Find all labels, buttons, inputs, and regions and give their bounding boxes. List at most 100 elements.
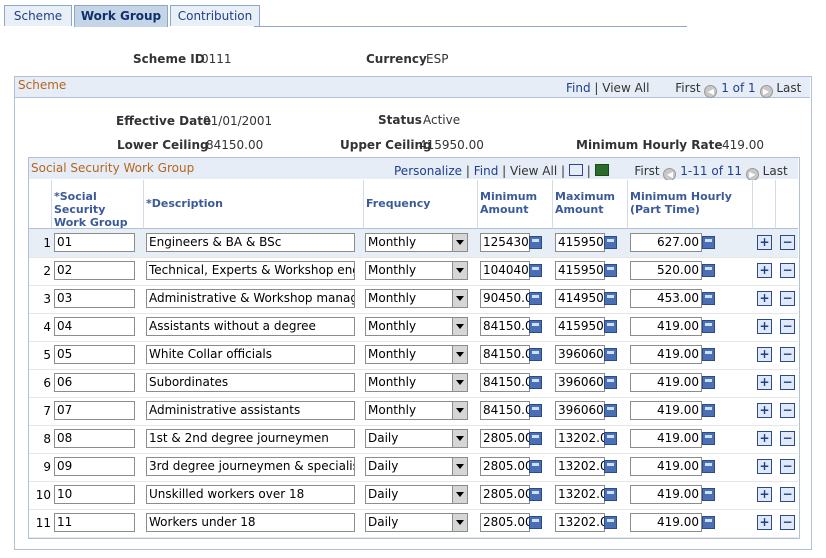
calculator-icon[interactable] <box>604 376 617 389</box>
grid-find-link[interactable]: Find <box>474 164 499 178</box>
min-hourly-input[interactable]: 419.00 <box>630 317 702 336</box>
dropdown-arrow-icon[interactable] <box>452 262 467 279</box>
frequency-select[interactable]: Monthly <box>365 373 468 392</box>
delete-row-button[interactable]: − <box>780 431 795 446</box>
tab-contribution[interactable]: Contribution <box>170 5 260 26</box>
work-group-input[interactable]: 06 <box>54 373 135 392</box>
calculator-icon[interactable] <box>529 404 542 417</box>
scheme-find-link[interactable]: Find <box>566 81 591 95</box>
calculator-icon[interactable] <box>604 264 617 277</box>
calculator-icon[interactable] <box>529 292 542 305</box>
delete-row-button[interactable]: − <box>780 291 795 306</box>
min-hourly-input[interactable]: 419.00 <box>630 485 702 504</box>
add-row-button[interactable]: + <box>757 515 772 530</box>
col-min-hourly-header[interactable]: Minimum Hourly (Part Time) <box>628 180 753 229</box>
min-hourly-input[interactable]: 419.00 <box>630 345 702 364</box>
min-amount-input[interactable]: 84150.0 <box>480 317 530 336</box>
col-work-group-header[interactable]: *Social Security Work Group <box>52 180 144 229</box>
dropdown-arrow-icon[interactable] <box>452 486 467 503</box>
calculator-icon[interactable] <box>604 320 617 333</box>
description-input[interactable]: Assistants without a degree <box>146 317 355 336</box>
download-icon[interactable] <box>594 164 609 176</box>
calculator-icon[interactable] <box>604 488 617 501</box>
dropdown-arrow-icon[interactable] <box>452 430 467 447</box>
calculator-icon[interactable] <box>529 320 542 333</box>
description-input[interactable]: Technical, Experts & Workshop engin <box>146 261 355 280</box>
calculator-icon[interactable] <box>702 488 715 501</box>
calculator-icon[interactable] <box>529 264 542 277</box>
dropdown-arrow-icon[interactable] <box>452 514 467 531</box>
description-input[interactable]: 3rd degree journeymen & specialists <box>146 457 355 476</box>
description-input[interactable]: Workers under 18 <box>146 513 355 532</box>
max-amount-input[interactable]: 13202.0 <box>555 457 605 476</box>
min-hourly-input[interactable]: 419.00 <box>630 457 702 476</box>
delete-row-button[interactable]: − <box>780 319 795 334</box>
max-amount-input[interactable]: 13202.0 <box>555 513 605 532</box>
work-group-input[interactable]: 01 <box>54 233 135 252</box>
delete-row-button[interactable]: − <box>780 235 795 250</box>
work-group-input[interactable]: 07 <box>54 401 135 420</box>
calculator-icon[interactable] <box>702 348 715 361</box>
chevron-right-icon[interactable]: ▶ <box>759 85 773 98</box>
min-amount-input[interactable]: 2805.00 <box>480 513 530 532</box>
add-row-button[interactable]: + <box>757 347 772 362</box>
min-amount-input[interactable]: 84150.0 <box>480 373 530 392</box>
calculator-icon[interactable] <box>529 236 542 249</box>
min-hourly-input[interactable]: 520.00 <box>630 261 702 280</box>
add-row-button[interactable]: + <box>757 375 772 390</box>
dropdown-arrow-icon[interactable] <box>452 402 467 419</box>
min-amount-input[interactable]: 2805.00 <box>480 485 530 504</box>
description-input[interactable]: Administrative assistants <box>146 401 355 420</box>
work-group-input[interactable]: 09 <box>54 457 135 476</box>
work-group-input[interactable]: 02 <box>54 261 135 280</box>
calculator-icon[interactable] <box>702 236 715 249</box>
calculator-icon[interactable] <box>529 488 542 501</box>
calculator-icon[interactable] <box>702 292 715 305</box>
calculator-icon[interactable] <box>604 348 617 361</box>
add-row-button[interactable]: + <box>757 263 772 278</box>
dropdown-arrow-icon[interactable] <box>452 374 467 391</box>
work-group-input[interactable]: 08 <box>54 429 135 448</box>
calculator-icon[interactable] <box>604 404 617 417</box>
frequency-select[interactable]: Monthly <box>365 317 468 336</box>
dropdown-arrow-icon[interactable] <box>452 458 467 475</box>
calculator-icon[interactable] <box>604 292 617 305</box>
calculator-icon[interactable] <box>604 460 617 473</box>
max-amount-input[interactable]: 396060. <box>555 373 605 392</box>
description-input[interactable]: Engineers & BA & BSc <box>146 233 355 252</box>
max-amount-input[interactable]: 415950. <box>555 261 605 280</box>
frequency-select[interactable]: Monthly <box>365 289 468 308</box>
min-amount-input[interactable]: 2805.00 <box>480 429 530 448</box>
frequency-select[interactable]: Monthly <box>365 261 468 280</box>
delete-row-button[interactable]: − <box>780 263 795 278</box>
description-input[interactable]: White Collar officials <box>146 345 355 364</box>
description-input[interactable]: Subordinates <box>146 373 355 392</box>
min-amount-input[interactable]: 125430. <box>480 233 530 252</box>
min-hourly-input[interactable]: 453.00 <box>630 289 702 308</box>
dropdown-arrow-icon[interactable] <box>452 346 467 363</box>
description-input[interactable]: Unskilled workers over 18 <box>146 485 355 504</box>
description-input[interactable]: Administrative & Workshop managers <box>146 289 355 308</box>
max-amount-input[interactable]: 396060. <box>555 401 605 420</box>
max-amount-input[interactable]: 13202.0 <box>555 429 605 448</box>
add-row-button[interactable]: + <box>757 235 772 250</box>
add-row-button[interactable]: + <box>757 403 772 418</box>
chevron-left-icon[interactable]: ◀ <box>704 85 718 98</box>
max-amount-input[interactable]: 415950. <box>555 233 605 252</box>
add-row-button[interactable]: + <box>757 291 772 306</box>
frequency-select[interactable]: Daily <box>365 485 468 504</box>
calculator-icon[interactable] <box>529 348 542 361</box>
min-hourly-input[interactable]: 419.00 <box>630 401 702 420</box>
description-input[interactable]: 1st & 2nd degree journeymen <box>146 429 355 448</box>
frequency-select[interactable]: Daily <box>365 429 468 448</box>
frequency-select[interactable]: Daily <box>365 457 468 476</box>
calculator-icon[interactable] <box>702 516 715 529</box>
delete-row-button[interactable]: − <box>780 459 795 474</box>
min-hourly-input[interactable]: 419.00 <box>630 373 702 392</box>
frequency-select[interactable]: Monthly <box>365 233 468 252</box>
work-group-input[interactable]: 04 <box>54 317 135 336</box>
calculator-icon[interactable] <box>529 516 542 529</box>
grid-view-all-link[interactable]: View All <box>510 164 557 178</box>
calculator-icon[interactable] <box>702 404 715 417</box>
col-description-header[interactable]: *Description <box>144 180 364 229</box>
